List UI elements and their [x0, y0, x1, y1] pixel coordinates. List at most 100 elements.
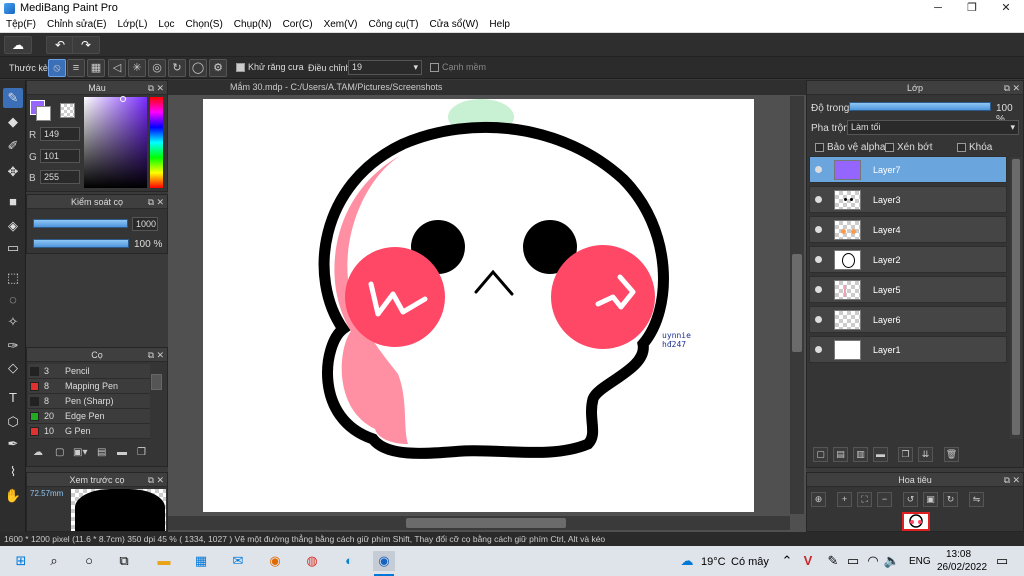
- menu-layer[interactable]: Lớp(L): [112, 17, 153, 30]
- weather-description[interactable]: Có mây: [731, 556, 769, 568]
- r-input[interactable]: 149: [40, 127, 80, 141]
- close-icon[interactable]: ✕: [156, 348, 164, 362]
- windows-start-icon[interactable]: ⊞: [10, 551, 32, 571]
- zoom-in-icon[interactable]: +: [837, 492, 852, 507]
- close-button[interactable]: ✕: [989, 0, 1023, 17]
- brush-settings-icon[interactable]: ▤: [97, 447, 111, 461]
- add-brush-icon[interactable]: ▣▾: [73, 447, 91, 461]
- volume-icon[interactable]: 🔈: [881, 551, 903, 571]
- new-brush-icon[interactable]: ▢: [55, 447, 69, 461]
- layer-row-layer4[interactable]: Layer4: [809, 216, 1007, 243]
- brush-opacity-slider[interactable]: [33, 239, 129, 248]
- delete-layer-icon[interactable]: 🗑: [944, 447, 959, 462]
- rotate-left-icon[interactable]: ↺: [903, 492, 918, 507]
- menu-capture[interactable]: Chụp(N): [228, 17, 277, 30]
- ruler-off-icon[interactable]: ⦸: [48, 59, 66, 77]
- minimize-button[interactable]: ─: [921, 0, 955, 17]
- blend-mode-select[interactable]: Làm tối ▾: [847, 120, 1019, 135]
- protect-alpha-checkbox[interactable]: [815, 142, 824, 152]
- close-icon[interactable]: ✕: [1012, 473, 1020, 487]
- menu-filter[interactable]: Lọc: [152, 17, 179, 30]
- medibang-taskbar-icon[interactable]: ◉: [373, 551, 395, 571]
- b-input[interactable]: 255: [40, 170, 80, 184]
- layers-scroll-thumb[interactable]: [1012, 159, 1020, 435]
- layer-row-layer5[interactable]: Layer5: [809, 276, 1007, 303]
- zoom-fit-icon[interactable]: ⊕: [811, 492, 826, 507]
- picker-cursor[interactable]: [120, 96, 126, 102]
- brush-size-value[interactable]: 1000: [132, 217, 158, 231]
- eye-icon[interactable]: [815, 316, 822, 323]
- expand-icon[interactable]: ⧉: [148, 348, 154, 362]
- layer-opacity-slider[interactable]: [849, 102, 991, 111]
- menu-edit[interactable]: Chỉnh sửa(E): [41, 17, 112, 30]
- brush-item-pencil[interactable]: 3 Pencil: [28, 364, 150, 379]
- file-explorer-icon[interactable]: ▬: [153, 551, 175, 571]
- weather-cloud-icon[interactable]: ☁: [676, 551, 698, 571]
- brush-item-g-pen[interactable]: 10 G Pen: [28, 424, 150, 439]
- gradient-tool-icon[interactable]: ▭: [3, 238, 23, 258]
- layer-row-layer2[interactable]: Layer2: [809, 246, 1007, 273]
- hue-slider[interactable]: [150, 97, 163, 188]
- pen-tray-icon[interactable]: ✎: [822, 551, 844, 571]
- layer-row-layer1[interactable]: Layer1: [809, 336, 1007, 363]
- new-layer-icon[interactable]: ▢: [813, 447, 828, 462]
- ellipse-ruler-icon[interactable]: ◯: [189, 59, 207, 77]
- clipping-toggle[interactable]: Xén bớt: [885, 142, 932, 153]
- browser-icon[interactable]: ◉: [264, 551, 286, 571]
- clipping-checkbox[interactable]: [885, 142, 894, 152]
- expand-icon[interactable]: ⧉: [1004, 81, 1010, 95]
- chrome-icon[interactable]: ◍: [301, 551, 323, 571]
- lock-toggle[interactable]: Khóa: [957, 142, 992, 153]
- smooth-checkbox[interactable]: [430, 63, 439, 73]
- brush-size-slider[interactable]: [33, 219, 128, 228]
- close-icon[interactable]: ✕: [1012, 81, 1020, 95]
- select-pen-icon[interactable]: ✑: [3, 336, 23, 356]
- lock-checkbox[interactable]: [957, 142, 966, 152]
- vertical-scrollbar[interactable]: [790, 96, 804, 514]
- shape-tool-icon[interactable]: ■: [3, 192, 23, 212]
- protect-alpha-toggle[interactable]: Bảo vệ alpha: [815, 142, 885, 153]
- layer-row-layer7[interactable]: Layer7: [809, 156, 1007, 183]
- new-layer-8bit-icon[interactable]: ▤: [833, 447, 848, 462]
- radial-ruler-icon[interactable]: ✳: [128, 59, 146, 77]
- bucket-tool-icon[interactable]: ◈: [3, 216, 23, 236]
- lasso-tool-icon[interactable]: ◌: [3, 290, 23, 310]
- merge-layer-icon[interactable]: ⇊: [918, 447, 933, 462]
- horizontal-scrollbar[interactable]: [168, 516, 790, 530]
- horizontal-scroll-thumb[interactable]: [406, 518, 566, 528]
- folder-icon[interactable]: ▬: [117, 447, 131, 461]
- navigator-thumbnail[interactable]: [902, 512, 930, 531]
- smooth-toggle[interactable]: Cạnh mềm: [430, 62, 486, 73]
- adjust-select[interactable]: 19 ▾: [348, 60, 422, 75]
- secondary-color-swatch[interactable]: [36, 106, 51, 121]
- close-icon[interactable]: ✕: [156, 473, 164, 487]
- reset-view-icon[interactable]: ▣: [923, 492, 938, 507]
- eyedropper-tool-icon[interactable]: ⌇: [3, 462, 23, 482]
- brush-list-scrollbar[interactable]: [151, 374, 162, 390]
- expand-icon[interactable]: ⧉: [148, 473, 154, 487]
- brush-item-pen-sharp[interactable]: 8 Pen (Sharp): [28, 394, 150, 409]
- hand-tool-icon[interactable]: ✋: [3, 486, 23, 506]
- grid-ruler-icon[interactable]: ▦: [87, 59, 105, 77]
- antivirus-tray-icon[interactable]: V: [797, 551, 819, 571]
- transparent-color-swatch[interactable]: [60, 103, 75, 118]
- expand-icon[interactable]: ⧉: [148, 195, 154, 209]
- saturation-value-picker[interactable]: [84, 97, 147, 188]
- duplicate-brush-icon[interactable]: ❐: [137, 447, 151, 461]
- menu-help[interactable]: Help: [483, 17, 515, 30]
- network-tray-icon[interactable]: ▭: [842, 551, 864, 571]
- eye-icon[interactable]: [815, 346, 822, 353]
- layer-row-layer6[interactable]: Layer6: [809, 306, 1007, 333]
- layers-scrollbar[interactable]: [1010, 157, 1022, 439]
- select-tool-icon[interactable]: ⬚: [3, 268, 23, 288]
- menu-tools[interactable]: Công cụ(T): [362, 17, 423, 30]
- g-input[interactable]: 101: [40, 149, 80, 163]
- new-layer-1bit-icon[interactable]: ▥: [853, 447, 868, 462]
- mail-icon[interactable]: ✉: [227, 551, 249, 571]
- menu-view[interactable]: Xem(V): [318, 17, 363, 30]
- eye-icon[interactable]: [815, 226, 822, 233]
- brush-item-mapping-pen[interactable]: 8 Mapping Pen: [28, 379, 150, 394]
- zoom-out-icon[interactable]: −: [877, 492, 892, 507]
- concentric-ruler-icon[interactable]: ◎: [148, 59, 166, 77]
- search-icon[interactable]: ⌕: [43, 551, 65, 571]
